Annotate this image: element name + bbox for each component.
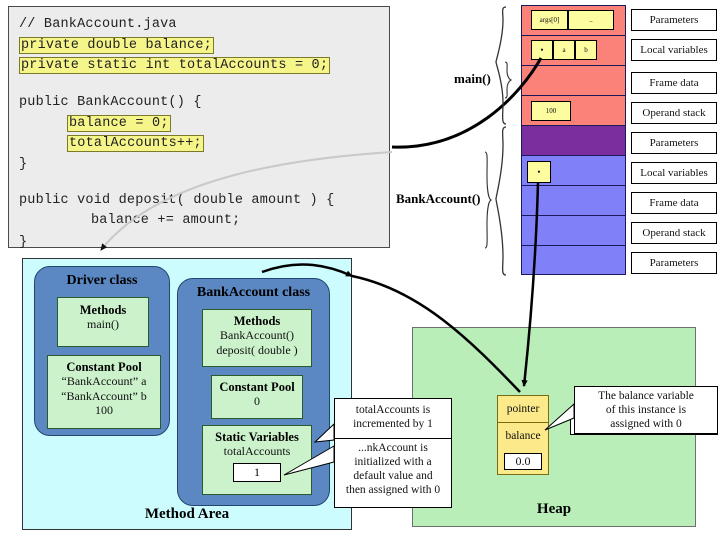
driver-class-box: Driver class Methods main() Constant Poo… xyxy=(34,266,170,436)
heap-object-bankaccount: pointer balance 0.0 xyxy=(497,395,549,475)
heap-object-balance-value: 0.0 xyxy=(504,453,542,470)
callout-initialized: ...nkAccount is initialized with a defau… xyxy=(334,438,452,508)
code-line-balance-decl: private double balance; xyxy=(19,37,214,54)
brace-main-label xyxy=(504,61,513,99)
code-line-totalaccounts-decl: private static int totalAccounts = 0; xyxy=(19,57,331,74)
driver-methods-header: Methods xyxy=(79,303,127,317)
brace-bankaccount-frame xyxy=(495,126,507,276)
code-panel: // BankAccount.java private double balan… xyxy=(8,6,390,250)
bankaccount-static-value: 1 xyxy=(233,462,281,482)
stack-cell-main-a: a xyxy=(553,40,575,60)
frame-label-main: main() xyxy=(454,71,491,86)
stack-row-next-parameters xyxy=(521,245,626,275)
bankaccount-class-title: BankAccount class xyxy=(196,285,311,300)
bankaccount-static-header: Static Variables xyxy=(215,430,299,444)
stack-label-main-local-variables: Local variables xyxy=(631,39,717,61)
brace-bankaccount-label xyxy=(484,151,493,249)
bankaccount-methods-header: Methods xyxy=(233,314,281,328)
driver-methods-box: Methods main() xyxy=(57,297,149,347)
driver-pool-header: Constant Pool xyxy=(66,360,142,374)
driver-pool-line-3: 100 xyxy=(95,403,113,418)
code-line-deposit-body: balance += amount; xyxy=(91,213,241,228)
bankaccount-static-name: totalAccounts xyxy=(223,444,291,459)
stack-row-main-frame-data xyxy=(521,65,626,95)
heap-object-pointer-label: pointer xyxy=(498,396,548,423)
stack-label-ctor-local-variables: Local variables xyxy=(631,162,717,184)
stack-label-ctor-parameters: Parameters xyxy=(631,132,717,154)
stack-cell-args0: args[0] xyxy=(531,10,568,30)
bankaccount-class-box: BankAccount class Methods BankAccount() … xyxy=(177,278,330,506)
code-line-totalaccounts-incr: totalAccounts++; xyxy=(67,135,204,152)
stack-cell-ctor-ref: • xyxy=(527,161,551,183)
driver-pool-line-2: “BankAccount” b xyxy=(61,388,147,403)
driver-methods-body: main() xyxy=(87,317,119,332)
diagram-canvas: // BankAccount.java private double balan… xyxy=(0,0,720,540)
bankaccount-methods-line-1: BankAccount() xyxy=(220,328,294,343)
code-line-ctor-close: } xyxy=(19,157,28,172)
code-line-deposit-close: } xyxy=(19,235,28,250)
stack-label-main-parameters: Parameters xyxy=(631,9,717,31)
stack-cell-main-b: b xyxy=(575,40,597,60)
callout-balance-variable: The balance variable of this instance is… xyxy=(574,386,718,434)
stack-cell-operand-100: 100 xyxy=(531,101,571,121)
heap-title: Heap xyxy=(536,501,572,517)
driver-constant-pool-box: Constant Pool “BankAccount” a “BankAccou… xyxy=(47,355,161,429)
code-line-comment: // BankAccount.java xyxy=(19,17,177,32)
heap-object-balance-label: balance xyxy=(505,430,541,442)
stack-row-ctor-operand-stack xyxy=(521,215,626,245)
driver-class-title: Driver class xyxy=(66,273,138,288)
code-line-deposit-sig: public void deposit( double amount ) { xyxy=(19,193,335,208)
stack-cell-args-dots: .. xyxy=(568,10,614,30)
bankaccount-methods-box: Methods BankAccount() deposit( double ) xyxy=(202,309,312,367)
stack-label-main-frame-data: Frame data xyxy=(631,72,717,94)
stack-row-ctor-frame-data xyxy=(521,185,626,215)
frame-label-bankaccount: BankAccount() xyxy=(396,191,481,206)
bankaccount-pool-value: 0 xyxy=(254,394,260,409)
callout-total-accounts: totalAccounts is incremented by 1 xyxy=(334,398,452,440)
bankaccount-methods-line-2: deposit( double ) xyxy=(216,342,298,357)
stack-label-main-operand-stack: Operand stack xyxy=(631,102,717,124)
stack-row-ctor-parameters xyxy=(521,125,626,155)
stack-label-ctor-frame-data: Frame data xyxy=(631,192,717,214)
code-line-ctor-sig: public BankAccount() { xyxy=(19,95,202,110)
bankaccount-constant-pool-box: Constant Pool 0 xyxy=(211,375,303,419)
code-line-balance-init: balance = 0; xyxy=(67,115,171,132)
bankaccount-pool-header: Constant Pool xyxy=(219,380,295,394)
brace-main-frame xyxy=(495,6,507,125)
method-area-title: Method Area xyxy=(144,506,230,522)
stack-label-next-parameters: Parameters xyxy=(631,252,717,274)
stack-cell-main-ref: • xyxy=(531,40,553,60)
stack-label-ctor-operand-stack: Operand stack xyxy=(631,222,717,244)
bankaccount-static-variables-box: Static Variables totalAccounts 1 xyxy=(202,425,312,495)
driver-pool-line-1: “BankAccount” a xyxy=(61,374,147,389)
